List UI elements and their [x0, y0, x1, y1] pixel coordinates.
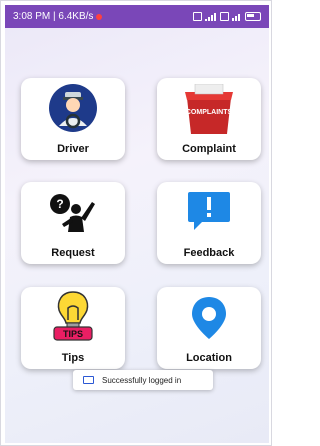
feedback-label: Feedback: [183, 247, 235, 259]
signal-icon: [205, 12, 216, 21]
wifi-icon: [220, 12, 229, 21]
sim-icon: [193, 12, 202, 21]
status-bar: 3:08 PM | 6.4KB/s: [5, 5, 269, 28]
location-label: Location: [186, 352, 232, 364]
request-card[interactable]: ? Request: [21, 182, 125, 264]
location-pin-icon: [192, 297, 226, 339]
svg-text:?: ?: [56, 197, 63, 211]
notification-dot-icon: [96, 13, 103, 20]
complaint-icon-text: COMPLAINTS: [186, 109, 233, 116]
app-screen: 3:08 PM | 6.4KB/s Driver COMPLAINTS Comp…: [0, 0, 272, 446]
tips-label: Tips: [61, 352, 85, 364]
driver-label: Driver: [57, 143, 89, 155]
login-toast: Successfully logged in: [73, 370, 213, 390]
request-icon: ?: [50, 194, 95, 232]
status-icons: [193, 12, 261, 21]
status-time-area: 3:08 PM | 6.4KB/s: [13, 11, 103, 22]
toast-message: Successfully logged in: [102, 375, 182, 385]
driver-icon: [49, 84, 97, 132]
complaint-box-icon: COMPLAINTS: [185, 84, 233, 134]
status-time-speed: 3:08 PM | 6.4KB/s: [13, 11, 94, 22]
feedback-card[interactable]: Feedback: [157, 182, 261, 264]
request-label: Request: [51, 247, 95, 259]
battery-icon: [245, 12, 261, 21]
location-card[interactable]: Location: [157, 287, 261, 369]
tips-card[interactable]: TIPS Tips: [21, 287, 125, 369]
feedback-icon: [188, 192, 230, 230]
complaint-card[interactable]: COMPLAINTS Complaint: [157, 78, 261, 160]
app-icon: [83, 376, 94, 384]
tips-icon-text: TIPS: [63, 329, 83, 339]
signal-icon-2: [232, 13, 240, 21]
complaint-label: Complaint: [182, 143, 236, 155]
driver-card[interactable]: Driver: [21, 78, 125, 160]
menu-area: Driver COMPLAINTS Complaint ? Request Fe…: [5, 28, 269, 443]
tips-bulb-icon: TIPS: [53, 291, 93, 341]
